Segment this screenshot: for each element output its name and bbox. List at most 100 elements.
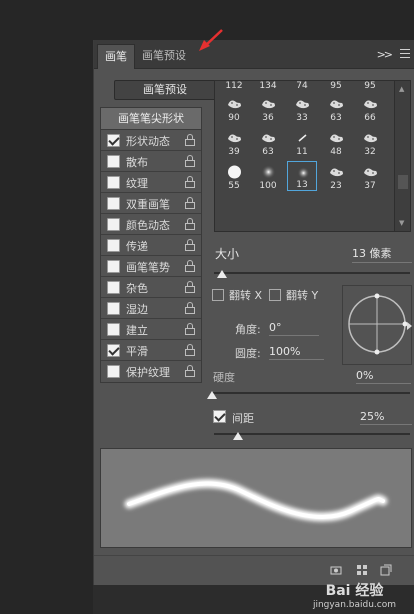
hardness-slider-track[interactable] bbox=[212, 392, 410, 394]
spacing-slider-track[interactable] bbox=[214, 433, 410, 435]
brush-grid-scrollbar[interactable]: ▲ ▼ bbox=[394, 81, 410, 231]
brush-tip-thumbnail bbox=[330, 100, 343, 109]
lock-icon[interactable] bbox=[185, 344, 195, 357]
scroll-down-icon[interactable]: ▼ bbox=[399, 219, 404, 227]
option-label: 杂色 bbox=[126, 282, 148, 295]
size-field[interactable]: 13 像素 bbox=[352, 245, 412, 263]
scroll-thumb[interactable] bbox=[398, 175, 408, 189]
brush-option-row[interactable]: 散布 bbox=[101, 151, 201, 172]
lock-icon[interactable] bbox=[185, 176, 195, 189]
option-label: 湿边 bbox=[126, 303, 148, 316]
angle-field[interactable]: 0° bbox=[269, 321, 319, 336]
lock-icon[interactable] bbox=[185, 134, 195, 147]
brush-tip-cell[interactable]: 63 bbox=[321, 93, 351, 123]
option-label: 双重画笔 bbox=[126, 198, 170, 211]
option-label: 颜色动态 bbox=[126, 219, 170, 232]
lock-icon[interactable] bbox=[185, 281, 195, 294]
brush-tip-cell[interactable]: 36 bbox=[253, 93, 283, 123]
brush-tip-cell[interactable]: 55 bbox=[219, 161, 249, 191]
option-checkbox[interactable] bbox=[107, 239, 120, 252]
brush-tip-cell[interactable]: 134 bbox=[253, 81, 283, 91]
brush-tip-cell[interactable]: 100 bbox=[253, 161, 283, 191]
brush-tip-size: 48 bbox=[330, 147, 342, 157]
brush-tip-cell[interactable]: 90 bbox=[219, 93, 249, 123]
new-brush-icon[interactable] bbox=[380, 564, 392, 576]
brush-tip-cell[interactable]: 32 bbox=[355, 127, 385, 157]
brush-tip-cell[interactable]: 63 bbox=[253, 127, 283, 157]
lock-icon[interactable] bbox=[185, 365, 195, 378]
option-checkbox[interactable] bbox=[107, 176, 120, 189]
lock-icon[interactable] bbox=[185, 155, 195, 168]
size-slider-thumb[interactable] bbox=[216, 270, 227, 278]
brush-tip-size: 95 bbox=[364, 81, 376, 91]
brush-tip-cell[interactable]: 11 bbox=[287, 127, 317, 157]
brush-option-row[interactable]: 纹理 bbox=[101, 172, 201, 193]
spacing-checkbox[interactable] bbox=[213, 410, 226, 423]
flip-y-checkbox[interactable] bbox=[269, 289, 281, 301]
option-checkbox[interactable] bbox=[107, 155, 120, 168]
roundness-field[interactable]: 100% bbox=[269, 345, 324, 360]
option-checkbox[interactable] bbox=[107, 302, 120, 315]
brush-tip-size: 63 bbox=[262, 147, 274, 157]
brush-option-row[interactable]: 湿边 bbox=[101, 298, 201, 319]
brush-tip-cell[interactable]: 39 bbox=[219, 127, 249, 157]
option-checkbox[interactable] bbox=[107, 197, 120, 210]
option-label: 传递 bbox=[126, 240, 148, 253]
brush-tip-cell[interactable]: 33 bbox=[287, 93, 317, 123]
spacing-field[interactable]: 25% bbox=[360, 410, 412, 425]
brush-presets-button[interactable]: 画笔预设 bbox=[114, 80, 216, 100]
brush-tip-cell[interactable]: 95 bbox=[321, 81, 351, 91]
toggle-bristle-preview-icon[interactable] bbox=[330, 564, 342, 576]
lock-icon[interactable] bbox=[185, 197, 195, 210]
brush-tip-shape-item[interactable]: 画笔笔尖形状 bbox=[101, 108, 201, 130]
option-checkbox[interactable] bbox=[107, 281, 120, 294]
brush-option-row[interactable]: 画笔笔势 bbox=[101, 256, 201, 277]
brush-tip-cell[interactable]: 48 bbox=[321, 127, 351, 157]
lock-icon[interactable] bbox=[185, 218, 195, 231]
brush-option-row[interactable]: 杂色 bbox=[101, 277, 201, 298]
lock-icon[interactable] bbox=[185, 260, 195, 273]
grid-icon[interactable] bbox=[356, 564, 368, 576]
brush-option-row[interactable]: 颜色动态 bbox=[101, 214, 201, 235]
option-checkbox[interactable] bbox=[107, 134, 120, 147]
brush-tip-cell[interactable]: 13 bbox=[287, 161, 317, 191]
brush-tip-cell[interactable]: 37 bbox=[355, 161, 385, 191]
size-slider-track[interactable] bbox=[214, 272, 410, 274]
collapse-chevrons-icon[interactable]: >> bbox=[377, 48, 394, 61]
option-checkbox[interactable] bbox=[107, 365, 120, 378]
tab-brush[interactable]: 画笔 bbox=[97, 44, 135, 69]
panel-menu-icon[interactable] bbox=[400, 49, 410, 61]
brush-tip-cell[interactable]: 112 bbox=[219, 81, 249, 91]
brush-option-row[interactable]: 平滑 bbox=[101, 340, 201, 361]
brush-stroke-preview bbox=[100, 448, 412, 548]
hardness-field[interactable]: 0% bbox=[356, 369, 411, 384]
brush-option-row[interactable]: 建立 bbox=[101, 319, 201, 340]
brush-option-row[interactable]: 传递 bbox=[101, 235, 201, 256]
brush-tip-cell[interactable]: 66 bbox=[355, 93, 385, 123]
angle-roundness-dial[interactable] bbox=[342, 285, 412, 365]
option-checkbox[interactable] bbox=[107, 218, 120, 231]
brush-tip-cell[interactable]: 74 bbox=[287, 81, 317, 91]
flip-x-checkbox[interactable] bbox=[212, 289, 224, 301]
brush-tip-size: 39 bbox=[228, 147, 240, 157]
brush-option-row[interactable]: 形状动态 bbox=[101, 130, 201, 151]
option-checkbox[interactable] bbox=[107, 260, 120, 273]
brush-tip-cell[interactable]: 23 bbox=[321, 161, 351, 191]
brush-tip-thumbnail bbox=[262, 100, 275, 109]
brush-tip-cell[interactable]: 95 bbox=[355, 81, 385, 91]
spacing-slider-thumb[interactable] bbox=[232, 432, 243, 440]
brush-tip-thumbnail bbox=[262, 134, 275, 143]
option-checkbox[interactable] bbox=[107, 344, 120, 357]
scroll-up-icon[interactable]: ▲ bbox=[399, 85, 404, 93]
brush-tip-size: 11 bbox=[296, 147, 308, 157]
lock-icon[interactable] bbox=[185, 323, 195, 336]
option-label: 平滑 bbox=[126, 345, 148, 358]
hardness-slider-thumb[interactable] bbox=[207, 391, 217, 399]
tab-brush-presets[interactable]: 画笔预设 bbox=[135, 44, 193, 69]
lock-icon[interactable] bbox=[185, 302, 195, 315]
option-checkbox[interactable] bbox=[107, 323, 120, 336]
brush-tip-thumbnail bbox=[330, 134, 343, 143]
lock-icon[interactable] bbox=[185, 239, 195, 252]
brush-option-row[interactable]: 保护纹理 bbox=[101, 361, 201, 382]
brush-option-row[interactable]: 双重画笔 bbox=[101, 193, 201, 214]
